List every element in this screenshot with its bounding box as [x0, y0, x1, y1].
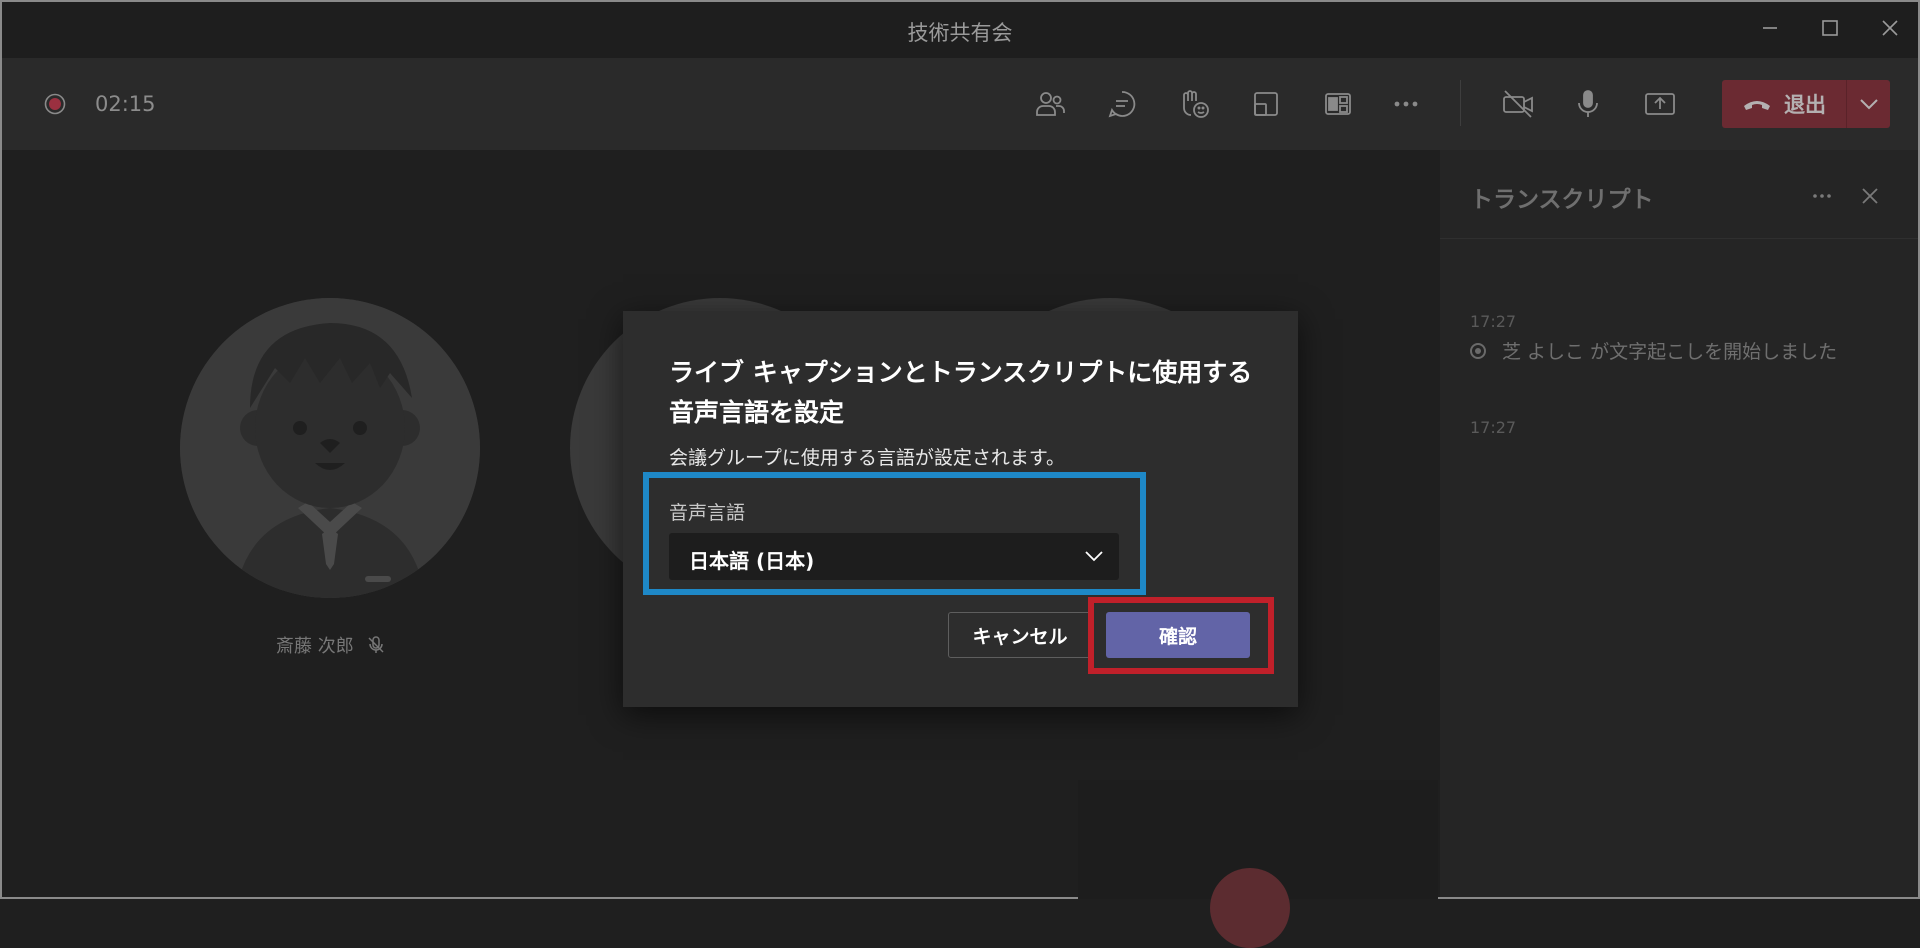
highlight-box-confirm	[1088, 597, 1274, 674]
highlight-box-language	[643, 472, 1146, 595]
camera-off-icon[interactable]	[1496, 82, 1540, 126]
transcript-header: トランスクリプト	[1440, 150, 1918, 239]
rooms-icon[interactable]	[1244, 82, 1288, 126]
apps-icon[interactable]	[1316, 82, 1360, 126]
participant-name: 斎藤 次郎	[276, 636, 354, 657]
transcript-title: トランスクリプト	[1470, 187, 1654, 213]
transcript-entry-text: 芝 よしこ が文字起こしを開始しました	[1502, 341, 1838, 363]
transcript-entry: 芝 よしこ が文字起こしを開始しました	[1470, 337, 1837, 364]
more-options-icon[interactable]	[1804, 178, 1840, 214]
close-icon[interactable]	[1870, 10, 1910, 46]
transcript-panel: トランスクリプト 17:27 芝 よしこ が文字起こしを開始しました 17:27	[1440, 150, 1918, 897]
minimize-icon[interactable]	[1750, 10, 1790, 46]
transcript-timestamp: 17:27	[1470, 312, 1517, 331]
leave-options-button[interactable]	[1847, 80, 1890, 128]
self-avatar	[1210, 868, 1290, 948]
hang-up-icon	[1744, 101, 1770, 110]
transcription-status-icon	[1470, 342, 1486, 359]
more-icon[interactable]	[1384, 82, 1428, 126]
leave-label: 退出	[1784, 93, 1826, 117]
dialog-title: ライブ キャプションとトランスクリプトに使用する音声言語を設定	[669, 358, 1253, 427]
dialog-subtitle: 会議グループに使用する言語が設定されます。	[669, 447, 1065, 469]
transcript-timestamp: 17:27	[1470, 418, 1517, 437]
participant-avatar[interactable]	[180, 298, 480, 598]
mic-off-icon	[368, 636, 384, 653]
maximize-icon[interactable]	[1810, 10, 1850, 46]
mic-icon[interactable]	[1566, 82, 1610, 126]
meeting-toolbar	[2, 58, 1918, 150]
chevron-down-icon	[1859, 99, 1878, 110]
leave-button-group: 退出	[1722, 80, 1890, 128]
recording-icon	[44, 93, 66, 115]
participant-name-tag: 斎藤 次郎	[276, 632, 386, 658]
raise-hand-icon[interactable]	[1172, 82, 1216, 126]
leave-button[interactable]: 退出	[1722, 80, 1846, 128]
chat-icon[interactable]	[1100, 82, 1144, 126]
window-title: 技術共有会	[907, 21, 1013, 45]
meeting-timer: 02:15	[95, 92, 156, 116]
title-bar: 技術共有会	[2, 2, 1918, 58]
toolbar-divider	[1460, 80, 1461, 126]
cancel-button[interactable]: キャンセル	[948, 612, 1092, 658]
close-panel-icon[interactable]	[1852, 178, 1888, 214]
participants-icon[interactable]	[1028, 82, 1072, 126]
share-screen-icon[interactable]	[1638, 82, 1682, 126]
